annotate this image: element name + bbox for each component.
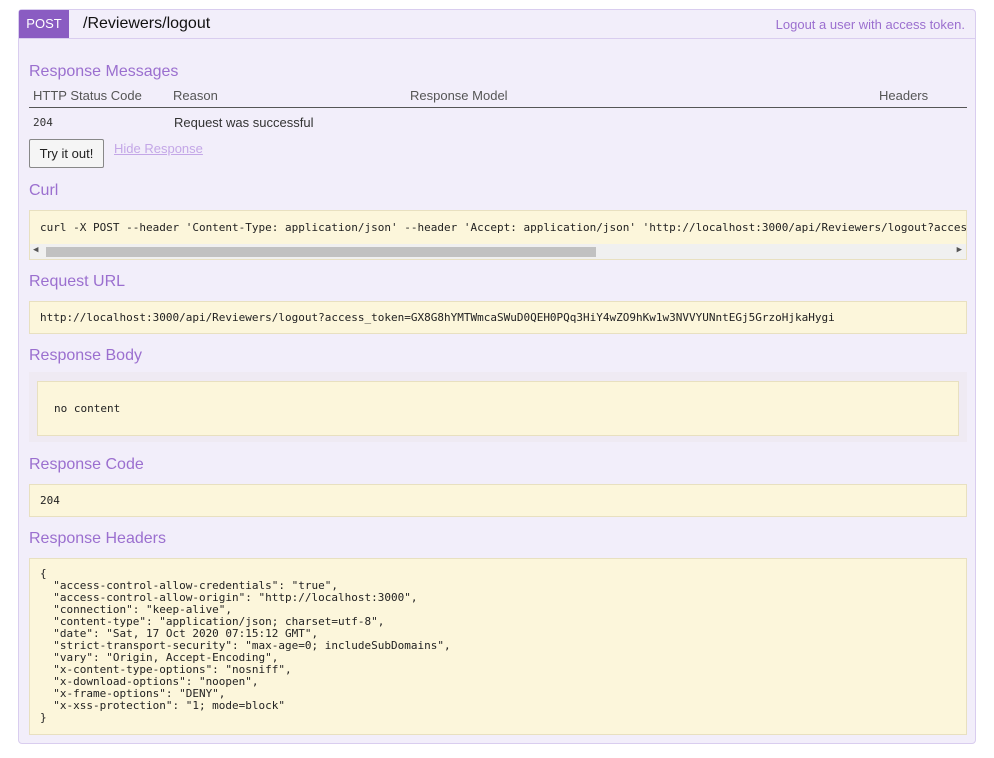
response-headers-value: { "access-control-allow-credentials": "t… (40, 567, 451, 724)
request-url-value: http://localhost:3000/api/Reviewers/logo… (40, 311, 835, 324)
column-header-status-code: HTTP Status Code (33, 88, 142, 103)
scroll-right-arrow-icon[interactable]: ▶ (957, 245, 962, 255)
response-body-title: Response Body (29, 347, 142, 364)
endpoint-path[interactable]: /Reviewers/logout (83, 15, 210, 33)
curl-command-box[interactable]: curl -X POST --header 'Content-Type: app… (29, 210, 967, 260)
horizontal-scrollbar[interactable]: ◀ ▶ (30, 244, 966, 259)
endpoint-summary[interactable]: Logout a user with access token. (776, 17, 965, 32)
request-url-box[interactable]: http://localhost:3000/api/Reviewers/logo… (29, 301, 967, 334)
response-headers-title: Response Headers (29, 530, 166, 547)
hide-response-link[interactable]: Hide Response (114, 141, 203, 156)
http-method-badge[interactable]: POST (19, 10, 69, 38)
response-code-value: 204 (40, 494, 60, 507)
row-status-code: 204 (33, 116, 53, 129)
scroll-left-arrow-icon[interactable]: ◀ (33, 245, 38, 255)
column-header-headers: Headers (879, 88, 929, 103)
response-code-title: Response Code (29, 456, 144, 473)
response-headers-box[interactable]: { "access-control-allow-credentials": "t… (29, 558, 967, 735)
operation-panel: POST /Reviewers/logout Logout a user wit… (18, 9, 976, 744)
request-url-title: Request URL (29, 273, 126, 290)
row-reason: Request was successful (174, 115, 314, 130)
column-header-reason: Reason (173, 88, 218, 103)
operation-heading[interactable]: POST /Reviewers/logout Logout a user wit… (19, 10, 975, 39)
response-body-container: no content (29, 372, 967, 442)
response-code-box[interactable]: 204 (29, 484, 967, 517)
scrollbar-thumb[interactable] (46, 247, 596, 257)
try-it-out-button[interactable]: Try it out! (29, 139, 104, 168)
table-header-divider (29, 107, 967, 108)
curl-command: curl -X POST --header 'Content-Type: app… (40, 221, 967, 234)
response-body-box[interactable]: no content (37, 381, 959, 436)
response-messages-title: Response Messages (29, 63, 179, 80)
response-body-value: no content (54, 402, 121, 415)
column-header-response-model: Response Model (410, 88, 508, 103)
curl-title: Curl (29, 182, 59, 199)
